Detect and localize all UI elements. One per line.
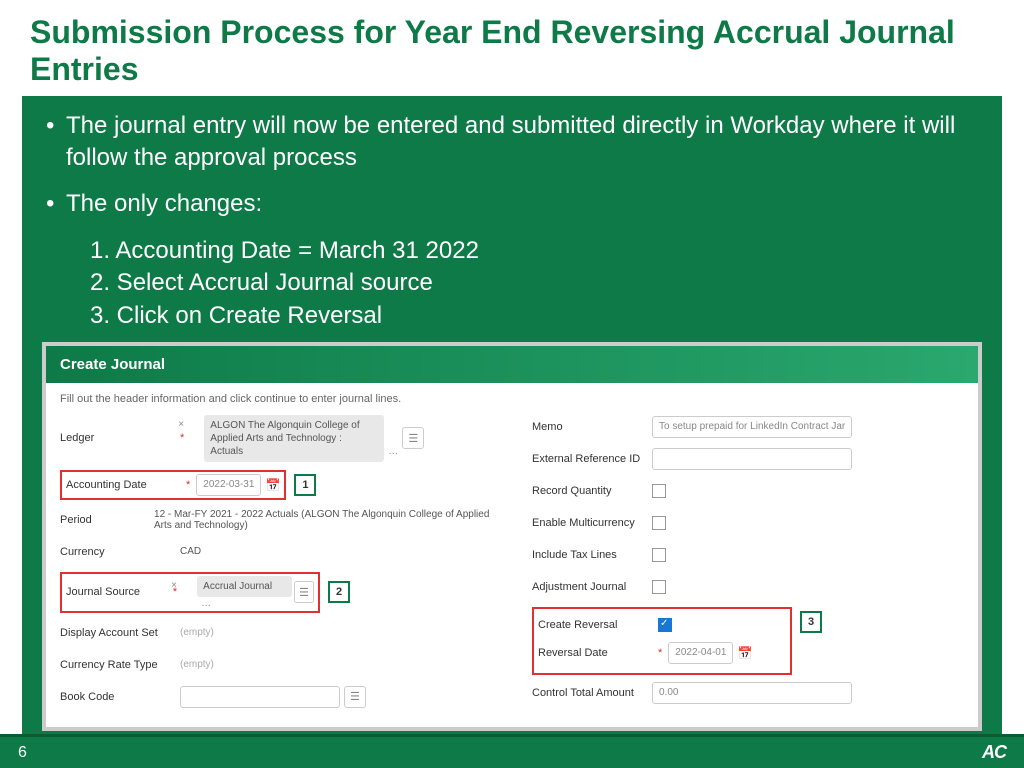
ctrltot-label: Control Total Amount <box>532 687 652 699</box>
tax-label: Include Tax Lines <box>532 549 652 561</box>
logo: AC <box>982 742 1006 763</box>
currency-value: CAD <box>180 546 201 557</box>
recqty-checkbox[interactable] <box>652 484 666 498</box>
app-header: Create Journal <box>46 346 978 383</box>
adj-checkbox[interactable] <box>652 580 666 594</box>
right-column: Memo To setup prepaid for LinkedIn Contr… <box>532 415 964 717</box>
tax-checkbox[interactable] <box>652 548 666 562</box>
remove-icon[interactable]: × <box>178 419 184 430</box>
ctrltot-input[interactable]: 0.00 <box>652 682 852 704</box>
list-icon[interactable]: ☰ <box>344 686 366 708</box>
period-label: Period <box>60 514 154 526</box>
callout-2: 2 <box>328 581 350 603</box>
acct-date-label: Accounting Date <box>66 479 186 491</box>
extref-input[interactable] <box>652 448 852 470</box>
bullet-1: The journal entry will now be entered an… <box>42 110 982 175</box>
adj-label: Adjustment Journal <box>532 581 652 593</box>
journal-source-highlight: Journal Source * ×Accrual Journal… ☰ <box>60 572 320 613</box>
accounting-date-highlight: Accounting Date * 2022-03-31 📅 <box>60 470 286 500</box>
list-icon[interactable]: ☰ <box>402 427 424 449</box>
instructions: Fill out the header information and clic… <box>60 393 964 405</box>
memo-label: Memo <box>532 421 652 433</box>
callout-3: 3 <box>800 611 822 633</box>
list-icon[interactable]: ☰ <box>294 581 314 603</box>
bullet-2: The only changes: <box>42 188 982 220</box>
currate-label: Currency Rate Type <box>60 659 180 671</box>
sub-3: 3. Click on Create Reversal <box>42 300 982 332</box>
slide-title: Submission Process for Year End Reversin… <box>0 0 1024 96</box>
bookcode-label: Book Code <box>60 691 180 703</box>
required-icon: * <box>658 647 662 659</box>
bookcode-input[interactable] <box>180 686 340 708</box>
app-body: Fill out the header information and clic… <box>46 383 978 727</box>
ledger-label: Ledger <box>60 432 180 444</box>
page-number: 6 <box>18 744 27 762</box>
left-column: Ledger * × ALGON The Algonquin College of… <box>60 415 492 717</box>
calendar-icon[interactable]: 📅 <box>737 646 752 660</box>
more-icon[interactable]: … <box>201 598 211 609</box>
dispacct-value: (empty) <box>180 627 214 638</box>
currate-value: (empty) <box>180 659 214 670</box>
multi-checkbox[interactable] <box>652 516 666 530</box>
multi-label: Enable Multicurrency <box>532 517 652 529</box>
ledger-pill[interactable]: ALGON The Algonquin College of Applied A… <box>204 415 384 462</box>
revdate-label: Reversal Date <box>538 647 658 659</box>
sub-2: 2. Select Accrual Journal source <box>42 267 982 299</box>
currency-label: Currency <box>60 546 180 558</box>
revdate-input[interactable]: 2022-04-01 <box>668 642 733 664</box>
content-panel: The journal entry will now be entered an… <box>22 96 1002 741</box>
acct-date-input[interactable]: 2022-03-31 <box>196 474 261 496</box>
extref-label: External Reference ID <box>532 453 652 465</box>
period-value: 12 - Mar-FY 2021 - 2022 Actuals (ALGON T… <box>154 509 492 531</box>
memo-input[interactable]: To setup prepaid for LinkedIn Contract J… <box>652 416 852 438</box>
callout-1: 1 <box>294 474 316 496</box>
jsource-pill[interactable]: Accrual Journal <box>197 576 292 597</box>
more-icon[interactable]: … <box>388 446 398 457</box>
crev-checkbox[interactable] <box>658 618 672 632</box>
required-icon: * <box>186 479 190 491</box>
recqty-label: Record Quantity <box>532 485 652 497</box>
reversal-highlight: Create Reversal Reversal Date * 2022-04-… <box>532 607 792 675</box>
required-icon: * <box>180 432 184 444</box>
sub-1: 1. Accounting Date = March 31 2022 <box>42 235 982 267</box>
jsource-label: Journal Source <box>66 586 173 598</box>
workday-screenshot: Create Journal Fill out the header infor… <box>42 342 982 731</box>
calendar-icon[interactable]: 📅 <box>265 478 280 492</box>
slide-footer: 6 AC <box>0 734 1024 768</box>
remove-icon[interactable]: × <box>171 580 177 591</box>
crev-label: Create Reversal <box>538 619 658 631</box>
dispacct-label: Display Account Set <box>60 627 180 639</box>
